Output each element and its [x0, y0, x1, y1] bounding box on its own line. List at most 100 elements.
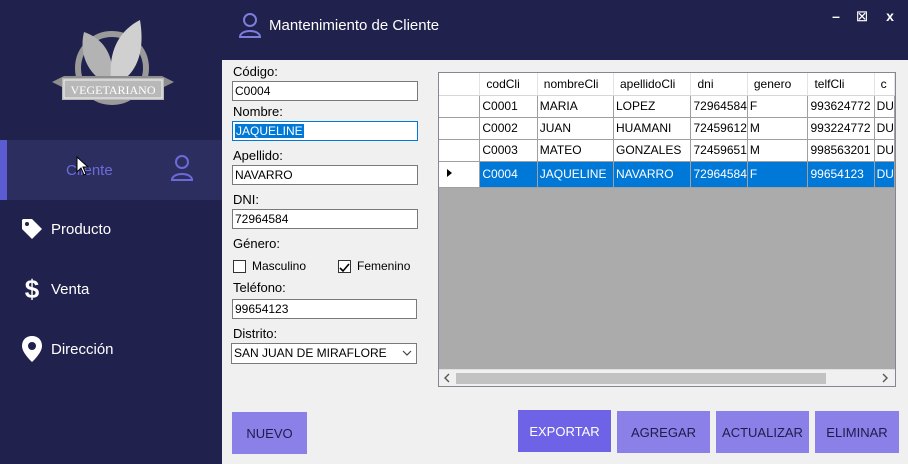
- table-cell[interactable]: C0004: [479, 161, 538, 188]
- sidebar-item-cliente[interactable]: Cliente: [0, 140, 222, 200]
- nuevo-button[interactable]: NUEVO: [232, 412, 307, 454]
- agregar-button[interactable]: AGREGAR: [617, 411, 710, 453]
- sidebar-item-direccion[interactable]: Dirección: [0, 319, 222, 379]
- dni-label: DNI:: [233, 192, 259, 207]
- table-cell[interactable]: DU: [874, 139, 895, 162]
- scroll-right-icon[interactable]: [881, 371, 889, 386]
- column-header[interactable]: c: [874, 73, 895, 96]
- column-header[interactable]: genero: [747, 73, 809, 96]
- masculino-label: Masculino: [252, 259, 307, 273]
- table-cell[interactable]: 72964584: [690, 161, 748, 188]
- table-cell[interactable]: M: [747, 117, 809, 140]
- table-row[interactable]: C0003 MATEO GONZALES 72459651 M 99856320…: [439, 139, 895, 162]
- codigo-label: Código:: [233, 64, 278, 79]
- table-cell[interactable]: M: [747, 139, 809, 162]
- table-cell[interactable]: LOPEZ: [613, 95, 692, 118]
- location-pin-icon: [20, 335, 44, 363]
- table-cell[interactable]: DU: [874, 161, 895, 188]
- sidebar-item-label: Venta: [51, 280, 90, 298]
- minimize-button[interactable]: –: [826, 8, 846, 24]
- eliminar-button[interactable]: ELIMINAR: [815, 411, 899, 453]
- table-cell[interactable]: JUAN: [537, 117, 614, 140]
- genero-label: Género:: [233, 236, 280, 251]
- maximize-button[interactable]: ⊠: [852, 7, 872, 25]
- column-header[interactable]: telfCli: [807, 73, 875, 96]
- column-header[interactable]: apellidoCli: [613, 73, 692, 96]
- table-cell[interactable]: 998563201: [807, 139, 875, 162]
- distrito-value: SAN JUAN DE MIRAFLORE: [234, 346, 387, 360]
- table-cell[interactable]: 72459612: [690, 117, 748, 140]
- nombre-value: JAQUELINE: [235, 124, 304, 138]
- apellido-label: Apellido:: [233, 148, 283, 163]
- table-cell[interactable]: GONZALES: [613, 139, 692, 162]
- row-header[interactable]: [439, 139, 481, 162]
- table-cell[interactable]: 99654123: [807, 161, 875, 188]
- table-cell[interactable]: DU: [874, 117, 895, 140]
- dni-field[interactable]: 72964584: [232, 209, 418, 229]
- table-cell[interactable]: NAVARRO: [613, 161, 692, 188]
- table-row-selected[interactable]: C0004 JAQUELINE NAVARRO 72964584 F 99654…: [439, 161, 895, 188]
- table-cell[interactable]: 993624772: [807, 95, 875, 118]
- table-cell[interactable]: MATEO: [537, 139, 614, 162]
- vegetariano-logo: VEGETARIANO: [50, 16, 176, 122]
- table-cell[interactable]: C0002: [479, 117, 538, 140]
- table-cell[interactable]: C0003: [479, 139, 538, 162]
- column-header[interactable]: codCli: [479, 73, 538, 96]
- row-header-corner: [439, 73, 481, 96]
- close-button[interactable]: x: [880, 8, 900, 24]
- column-header[interactable]: dni: [690, 73, 748, 96]
- sidebar: VEGETARIANO Cliente Producto $ Venta Dir…: [0, 0, 222, 464]
- table-cell[interactable]: F: [747, 161, 809, 188]
- window-title: Mantenimiento de Cliente: [269, 17, 440, 34]
- user-icon: [238, 12, 262, 43]
- row-header[interactable]: [439, 161, 481, 188]
- current-row-arrow-icon: [447, 168, 452, 177]
- table-cell[interactable]: MARIA: [537, 95, 614, 118]
- clientes-grid[interactable]: codCli nombreCli apellidoCli dni genero …: [438, 72, 896, 387]
- title-bar: Mantenimiento de Cliente – ⊠ x: [222, 0, 908, 60]
- row-header[interactable]: [439, 95, 481, 118]
- scrollbar-thumb[interactable]: [456, 373, 826, 384]
- mouse-cursor-icon: [76, 155, 90, 181]
- chevron-down-icon: [402, 344, 412, 370]
- table-cell[interactable]: 72964584: [690, 95, 748, 118]
- table-cell[interactable]: DU: [874, 95, 895, 118]
- table-cell[interactable]: JAQUELINE: [537, 161, 614, 188]
- tag-icon: [20, 215, 44, 243]
- femenino-checkbox[interactable]: [338, 260, 351, 273]
- distrito-select[interactable]: SAN JUAN DE MIRAFLORE: [231, 343, 417, 364]
- nombre-label: Nombre:: [233, 104, 283, 119]
- sidebar-item-label: Dirección: [51, 340, 114, 358]
- dollar-icon: $: [24, 273, 40, 304]
- table-cell[interactable]: F: [747, 95, 809, 118]
- grid-header-row: codCli nombreCli apellidoCli dni genero …: [439, 73, 895, 96]
- actualizar-button[interactable]: ACTUALIZAR: [716, 411, 809, 453]
- table-cell[interactable]: HUAMANI: [613, 117, 692, 140]
- exportar-button[interactable]: EXPORTAR: [518, 410, 611, 452]
- distrito-label: Distrito:: [233, 326, 278, 341]
- telefono-field[interactable]: 99654123: [232, 299, 417, 319]
- table-row[interactable]: C0001 MARIA LOPEZ 72964584 F 993624772 D…: [439, 95, 895, 118]
- table-cell[interactable]: C0001: [479, 95, 538, 118]
- apellido-field[interactable]: NAVARRO: [232, 165, 418, 185]
- sidebar-item-label: Producto: [51, 220, 112, 238]
- codigo-field[interactable]: C0004: [232, 81, 418, 101]
- telefono-label: Teléfono:: [233, 280, 286, 295]
- table-cell[interactable]: 72459651: [690, 139, 748, 162]
- column-header[interactable]: nombreCli: [537, 73, 614, 96]
- femenino-label: Femenino: [357, 259, 411, 273]
- logo-text: VEGETARIANO: [70, 83, 155, 97]
- masculino-checkbox[interactable]: [233, 260, 246, 273]
- scroll-left-icon[interactable]: [443, 371, 451, 386]
- horizontal-scrollbar[interactable]: [439, 369, 895, 386]
- user-icon: [170, 154, 194, 186]
- sidebar-item-producto[interactable]: Producto: [0, 199, 222, 259]
- table-cell[interactable]: 993224772: [807, 117, 875, 140]
- row-header[interactable]: [439, 117, 481, 140]
- checkmark-icon: [339, 263, 350, 273]
- main-content: Código: C0004 Nombre: JAQUELINE Apellido…: [222, 60, 908, 464]
- nombre-field[interactable]: JAQUELINE: [232, 121, 418, 141]
- sidebar-item-venta[interactable]: $ Venta: [0, 259, 222, 319]
- active-indicator: [0, 140, 7, 200]
- table-row[interactable]: C0002 JUAN HUAMANI 72459612 M 993224772 …: [439, 117, 895, 140]
